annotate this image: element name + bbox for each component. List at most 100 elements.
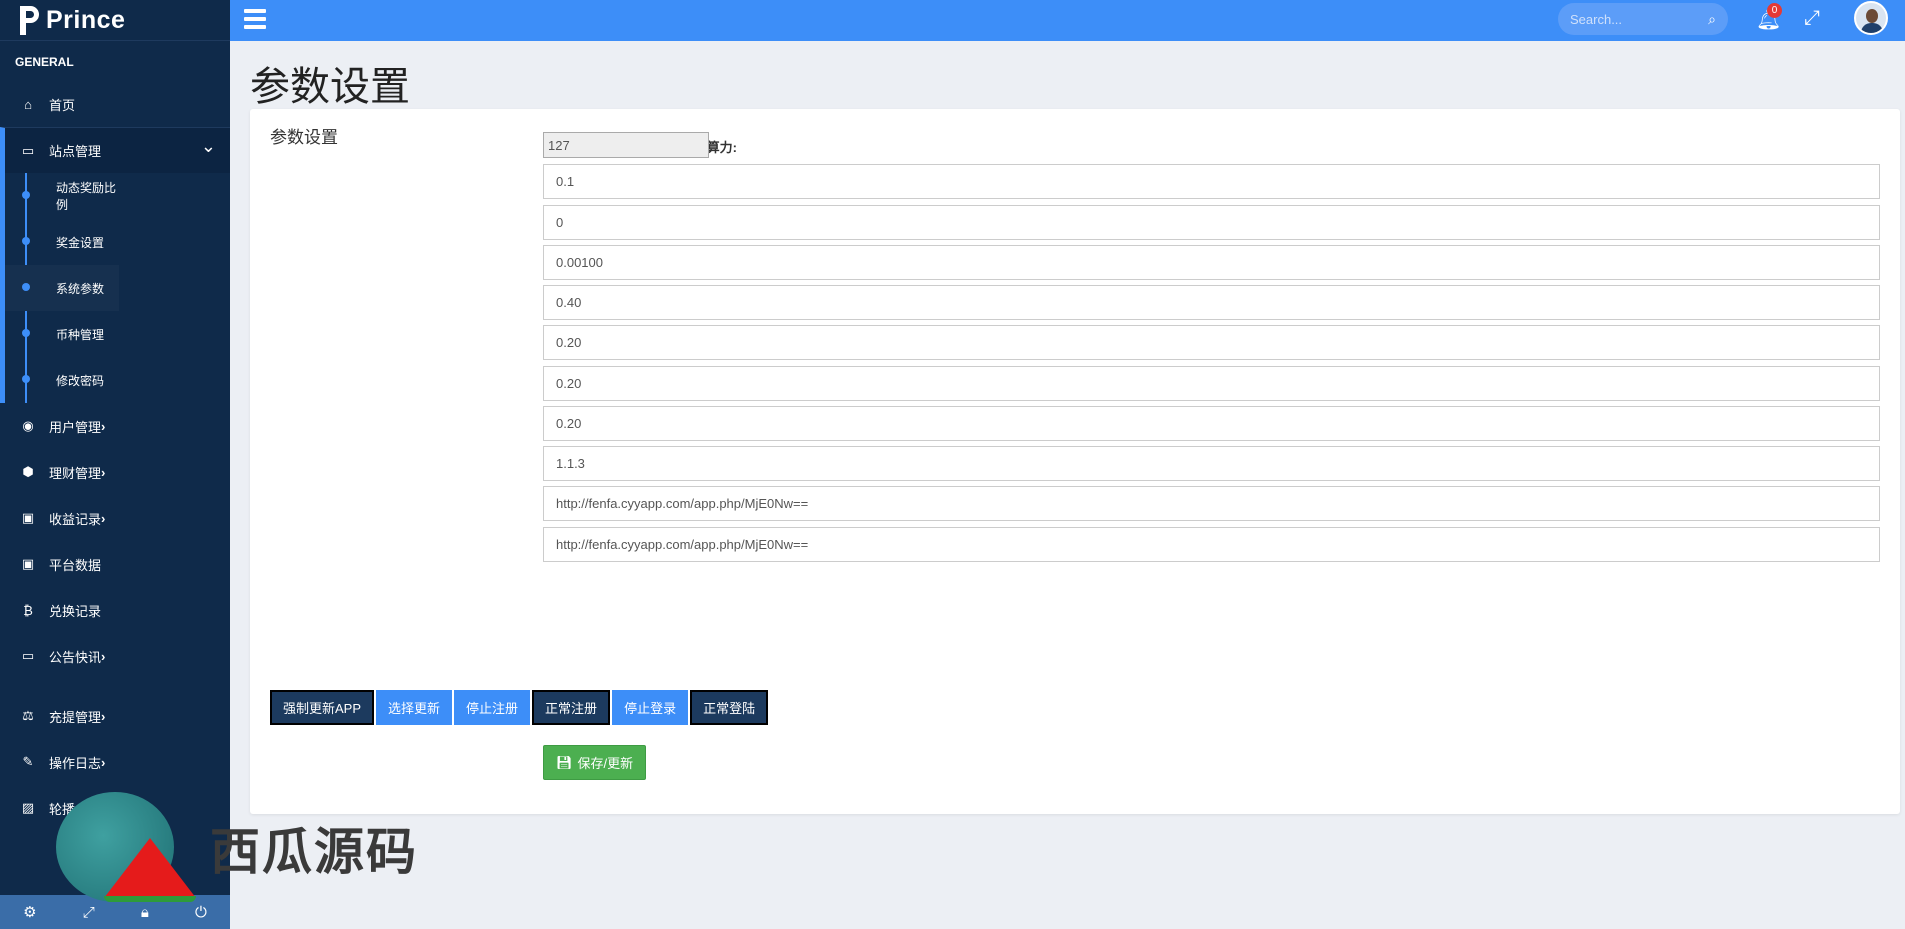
form-row: 持票者费率	[250, 285, 1900, 321]
chevron-right-icon: ›	[101, 464, 106, 480]
submenu-item-0[interactable]: 动态奖励比例	[5, 173, 119, 219]
submenu-item-4[interactable]: 修改密码	[5, 357, 119, 403]
chevron-right-icon: ›	[101, 510, 106, 526]
save-button[interactable]: 💾︎ 保存/更新	[543, 745, 647, 780]
action-button-0[interactable]: 强制更新APP	[270, 690, 375, 725]
sidebar-item-label: 首页	[49, 97, 76, 113]
bullet-icon	[22, 191, 30, 199]
window-icon: ▭	[21, 648, 35, 663]
sidebar-item-5[interactable]: ▣ 平台数据	[0, 541, 230, 587]
action-button-5[interactable]: 正常登陆	[690, 690, 769, 725]
image-icon: ▨	[21, 800, 35, 815]
field-input[interactable]	[543, 486, 1880, 521]
sidebar-item-label: 站点管理	[49, 144, 102, 159]
sidebar-item-2[interactable]: ◉ 用户管理 ›	[0, 403, 230, 449]
submenu-item-2[interactable]: 系统参数	[5, 265, 119, 311]
form-row: Android下载地址	[250, 486, 1900, 522]
field-input[interactable]	[543, 164, 1880, 199]
fullscreen-icon[interactable]: ⤢	[1804, 7, 1820, 30]
watermark: 西瓜源码	[40, 790, 470, 910]
form-row: 托管费	[250, 366, 1900, 402]
field-input[interactable]	[543, 245, 1880, 280]
balance-scale-icon: ⚖	[22, 708, 34, 723]
form-row: APP版本号	[250, 446, 1900, 482]
search-input[interactable]	[1570, 11, 1690, 27]
sidebar-section-title: GENERAL	[15, 55, 74, 69]
form-row: 平台BED总算力:	[250, 131, 1900, 167]
sidebar-item-label: 兑换记录	[49, 603, 102, 619]
sidebar-item-label: 平台数据	[49, 557, 102, 573]
edit-icon: ✎	[22, 754, 34, 769]
prince-logo-icon	[18, 5, 40, 35]
chevron-right-icon: ›	[101, 754, 106, 770]
money-icon: ▣	[21, 510, 35, 525]
monitor-icon: ▭	[21, 142, 35, 158]
field-input[interactable]	[543, 325, 1880, 360]
sidebar-item-8[interactable]: ⚖ 充提管理 ›	[0, 693, 230, 739]
bullet-icon	[22, 329, 30, 337]
action-button-2[interactable]: 停止注册	[454, 690, 531, 725]
form-row: 上级费率	[250, 325, 1900, 361]
submenu-item-label: 币种管理	[56, 327, 105, 342]
brand-name: Prince	[46, 5, 126, 34]
bullet-icon	[22, 237, 30, 245]
bitcoin-icon: ₿	[23, 602, 33, 618]
form-row: 质押释放比例	[250, 245, 1900, 281]
field-input[interactable]	[543, 446, 1880, 481]
submenu-item-label: 修改密码	[56, 373, 105, 388]
field-input[interactable]	[543, 285, 1880, 320]
save-icon: 💾︎	[556, 754, 573, 770]
action-buttons: 强制更新APP 选择更新 停止注册 正常注册 停止登录 正常登陆	[270, 690, 770, 725]
form-row: IOS下载网址	[250, 527, 1900, 563]
sidebar-item-9[interactable]: ✎ 操作日志 ›	[0, 739, 230, 785]
action-button-3[interactable]: 正常注册	[532, 690, 611, 725]
form-row: 平台费	[250, 406, 1900, 442]
action-button-1[interactable]: 选择更新	[376, 690, 453, 725]
sidebar-item-7[interactable]: ▭ 公告快讯 ›	[0, 633, 230, 679]
search-box[interactable]: ⌕	[1558, 3, 1728, 35]
field-input[interactable]	[543, 132, 709, 158]
top-header: ⌕ 🔔︎ 0 ⤢	[230, 0, 1905, 41]
field-input[interactable]	[543, 527, 1880, 562]
sidebar-item-label: 公告快讯	[49, 649, 102, 665]
avatar[interactable]	[1854, 1, 1888, 35]
submenu-item-1[interactable]: 奖金设置	[5, 219, 119, 265]
user-circle-icon: ◉	[22, 418, 34, 433]
field-input[interactable]	[543, 366, 1880, 401]
field-input[interactable]	[543, 205, 1880, 240]
home-icon: ⌂	[24, 96, 32, 112]
gear-icon[interactable]: ⚙	[23, 903, 36, 921]
page-title: 参数设置	[250, 65, 410, 109]
sidebar-item-1[interactable]: ▭ 站点管理 ⌄	[0, 127, 230, 173]
menu-toggle-icon[interactable]	[244, 9, 266, 29]
sidebar-item-label: 操作日志	[49, 755, 102, 771]
watermelon-slice-icon	[104, 838, 196, 898]
sidebar-item-label: 理财管理	[49, 465, 102, 481]
action-button-4[interactable]: 停止登录	[612, 690, 689, 725]
submenu-item-label: 奖金设置	[56, 235, 105, 250]
notification-badge: 0	[1767, 3, 1782, 18]
bullet-icon	[22, 283, 30, 291]
sidebar-item-label: 收益记录	[49, 511, 102, 527]
save-label: 保存/更新	[577, 756, 634, 771]
submenu-item-label: 动态奖励比例	[56, 181, 117, 212]
submenu: 动态奖励比例奖金设置系统参数币种管理修改密码	[0, 173, 230, 403]
field-input[interactable]	[543, 406, 1880, 441]
sidebar-item-3[interactable]: ⬢ 理财管理 ›	[0, 449, 230, 495]
sidebar-item-6[interactable]: ₿ 兑换记录	[0, 587, 230, 633]
cube-icon: ⬢	[22, 464, 34, 479]
sidebar-item-label: 用户管理	[49, 419, 102, 435]
form-row: bed分红基数	[250, 164, 1900, 200]
sidebar-item-0[interactable]: ⌂ 首页	[0, 81, 230, 127]
chevron-right-icon: ›	[101, 708, 106, 724]
watermark-text: 西瓜源码	[210, 824, 418, 880]
chevron-down-icon: ⌄	[200, 136, 216, 156]
settings-card: 参数设置 平台BED总算力:bed分红基数BED分红开关,0关闭1开启质押释放比…	[250, 109, 1900, 814]
brand[interactable]: Prince	[0, 0, 230, 41]
submenu-item-3[interactable]: 币种管理	[5, 311, 119, 357]
sidebar-item-4[interactable]: ▣ 收益记录 ›	[0, 495, 230, 541]
search-icon[interactable]: ⌕	[1708, 11, 1716, 28]
chevron-right-icon: ›	[101, 648, 106, 664]
sidebar-item-label: 充提管理	[49, 709, 102, 725]
money-icon: ▣	[21, 556, 35, 571]
